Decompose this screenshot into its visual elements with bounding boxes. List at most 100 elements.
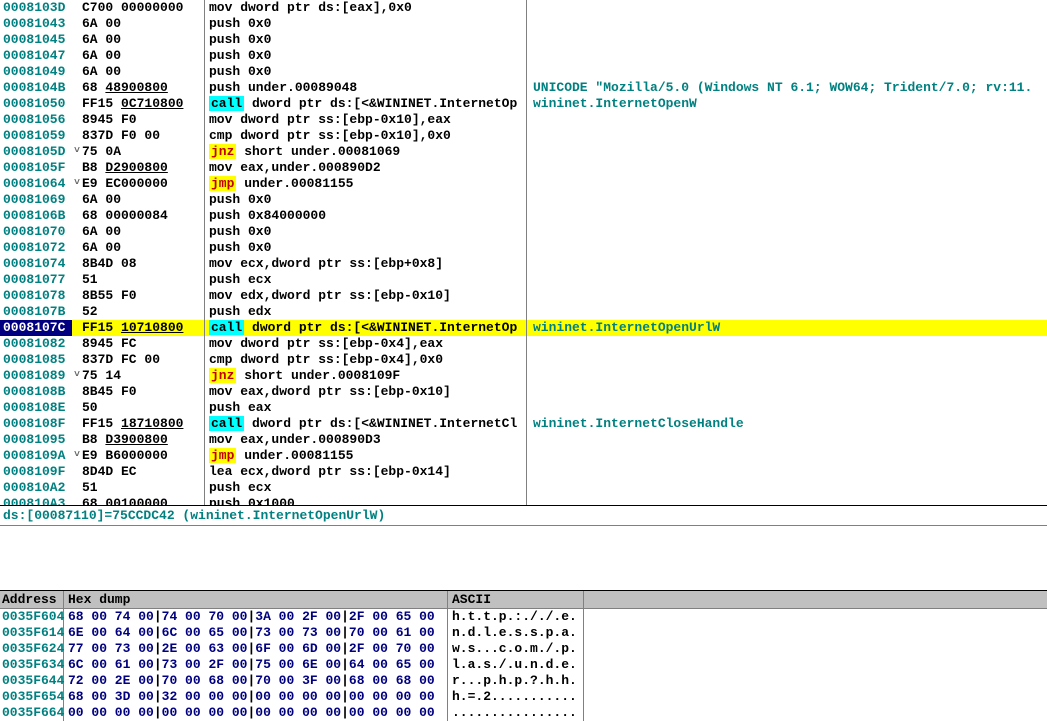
instruction: push 0x0 <box>204 64 526 80</box>
disasm-row[interactable]: 00081085 837D FC 00cmp dword ptr ss:[ebp-… <box>0 352 1047 368</box>
disasm-row[interactable]: 000810568945 F0mov dword ptr ss:[ebp-0x1… <box>0 112 1047 128</box>
arrow-indicator <box>72 400 82 416</box>
disasm-row[interactable]: 0008106B68 00000084push 0x84000000 <box>0 208 1047 224</box>
dump-row[interactable]: 0035F6346C 00 61 00|73 00 2F 00|75 00 6E… <box>0 657 1047 673</box>
disasm-row[interactable]: 0008109A˅E9 B6000000jmp under.00081155 <box>0 448 1047 464</box>
disasm-row[interactable]: 0008107B52push edx <box>0 304 1047 320</box>
comment <box>526 16 1047 32</box>
address: 0008108F <box>0 416 72 432</box>
dump-row[interactable]: 0035F6146E 00 64 00|6C 00 65 00|73 00 73… <box>0 625 1047 641</box>
hex-bytes: 6A 00 <box>82 64 204 80</box>
disasm-row[interactable]: 000810706A 00push 0x0 <box>0 224 1047 240</box>
instruction: jmp under.00081155 <box>204 448 526 464</box>
address: 00081082 <box>0 336 72 352</box>
comment <box>526 480 1047 496</box>
hex-bytes: 68 00000084 <box>82 208 204 224</box>
address: 0008109A <box>0 448 72 464</box>
disasm-row[interactable]: 000810696A 00push 0x0 <box>0 192 1047 208</box>
comment <box>526 368 1047 384</box>
arrow-indicator: ˅ <box>72 144 82 160</box>
comment: UNICODE "Mozilla/5.0 (Windows NT 6.1; WO… <box>526 80 1047 96</box>
dump-row[interactable]: 0035F66400 00 00 00|00 00 00 00|00 00 00… <box>0 705 1047 721</box>
dump-ascii: n.d.l.e.s.s.p.a. <box>448 625 584 641</box>
comment <box>526 208 1047 224</box>
address: 00081050 <box>0 96 72 112</box>
comment <box>526 256 1047 272</box>
address: 00081043 <box>0 16 72 32</box>
instruction: push 0x0 <box>204 240 526 256</box>
disasm-row[interactable]: 000810476A 00push 0x0 <box>0 48 1047 64</box>
address: 0008105F <box>0 160 72 176</box>
disasm-row[interactable]: 0008105D˅75 0Ajnz short under.00081069 <box>0 144 1047 160</box>
disasm-row[interactable]: 0008103DC700 00000000mov dword ptr ds:[e… <box>0 0 1047 16</box>
disasm-row[interactable]: 00081089˅75 14jnz short under.0008109F <box>0 368 1047 384</box>
hex-bytes: FF15 18710800 <box>82 416 204 432</box>
instruction: cmp dword ptr ss:[ebp-0x4],0x0 <box>204 352 526 368</box>
hex-bytes: 8B4D 08 <box>82 256 204 272</box>
address: 00081059 <box>0 128 72 144</box>
hex-bytes: 8D4D EC <box>82 464 204 480</box>
dump-header-address: Address <box>0 591 64 608</box>
hex-bytes: 837D FC 00 <box>82 352 204 368</box>
disasm-row[interactable]: 000810726A 00push 0x0 <box>0 240 1047 256</box>
disasm-row[interactable]: 00081064˅E9 EC000000jmp under.00081155 <box>0 176 1047 192</box>
address: 00081089 <box>0 368 72 384</box>
hex-bytes: 75 0A <box>82 144 204 160</box>
arrow-indicator <box>72 32 82 48</box>
arrow-indicator <box>72 272 82 288</box>
instruction: push under.00089048 <box>204 80 526 96</box>
disasm-row[interactable]: 000810436A 00push 0x0 <box>0 16 1047 32</box>
dump-row[interactable]: 0035F64472 00 2E 00|70 00 68 00|70 00 3F… <box>0 673 1047 689</box>
arrow-indicator <box>72 0 82 16</box>
disasm-row[interactable]: 0008108FFF15 18710800call dword ptr ds:[… <box>0 416 1047 432</box>
comment <box>526 352 1047 368</box>
disasm-row[interactable]: 000810788B55 F0mov edx,dword ptr ss:[ebp… <box>0 288 1047 304</box>
info-line: ds:[00087110]=75CCDC42 (wininet.Internet… <box>0 506 1047 526</box>
comment <box>526 400 1047 416</box>
arrow-indicator <box>72 416 82 432</box>
dump-ascii: ................ <box>448 705 584 721</box>
disasm-row[interactable]: 0008109F8D4D EClea ecx,dword ptr ss:[ebp… <box>0 464 1047 480</box>
hex-bytes: E9 EC000000 <box>82 176 204 192</box>
disasm-row[interactable]: 000810748B4D 08mov ecx,dword ptr ss:[ebp… <box>0 256 1047 272</box>
arrow-indicator: ˅ <box>72 448 82 464</box>
disasm-row[interactable]: 000810A251push ecx <box>0 480 1047 496</box>
instruction: push ecx <box>204 480 526 496</box>
disasm-row[interactable]: 000810A368 00100000push 0x1000 <box>0 496 1047 506</box>
hex-bytes: 51 <box>82 272 204 288</box>
disasm-row[interactable]: 0008104B68 48900800push under.00089048UN… <box>0 80 1047 96</box>
disasm-row[interactable]: 0008108E50push eax <box>0 400 1047 416</box>
address: 00081070 <box>0 224 72 240</box>
dump-ascii: l.a.s./.u.n.d.e. <box>448 657 584 673</box>
arrow-indicator <box>72 48 82 64</box>
disasm-row[interactable]: 0008108B8B45 F0mov eax,dword ptr ss:[ebp… <box>0 384 1047 400</box>
address: 00081085 <box>0 352 72 368</box>
arrow-indicator <box>72 16 82 32</box>
disasm-row[interactable]: 0008105FB8 D2900800mov eax,under.000890D… <box>0 160 1047 176</box>
hex-bytes: B8 D3900800 <box>82 432 204 448</box>
disasm-row[interactable]: 000810496A 00push 0x0 <box>0 64 1047 80</box>
address: 00081095 <box>0 432 72 448</box>
dump-row[interactable]: 0035F60468 00 74 00|74 00 70 00|3A 00 2F… <box>0 609 1047 625</box>
disasm-row[interactable]: 000810456A 00push 0x0 <box>0 32 1047 48</box>
disasm-row[interactable]: 00081095B8 D3900800mov eax,under.000890D… <box>0 432 1047 448</box>
instruction: push ecx <box>204 272 526 288</box>
disasm-row[interactable]: 0008107751push ecx <box>0 272 1047 288</box>
disasm-row[interactable]: 000810828945 FCmov dword ptr ss:[ebp-0x4… <box>0 336 1047 352</box>
hex-bytes: 8B45 F0 <box>82 384 204 400</box>
hex-dump-pane[interactable]: Address Hex dump ASCII 0035F60468 00 74 … <box>0 590 1047 721</box>
comment <box>526 464 1047 480</box>
comment <box>526 160 1047 176</box>
comment <box>526 224 1047 240</box>
address: 0008103D <box>0 0 72 16</box>
instruction: jnz short under.00081069 <box>204 144 526 160</box>
disassembly-pane[interactable]: 0008103DC700 00000000mov dword ptr ds:[e… <box>0 0 1047 506</box>
address: 000810A3 <box>0 496 72 506</box>
dump-row[interactable]: 0035F62477 00 73 00|2E 00 63 00|6F 00 6D… <box>0 641 1047 657</box>
disasm-row[interactable]: 0008107CFF15 10710800call dword ptr ds:[… <box>0 320 1047 336</box>
dump-row[interactable]: 0035F65468 00 3D 00|32 00 00 00|00 00 00… <box>0 689 1047 705</box>
disasm-row[interactable]: 00081059837D F0 00cmp dword ptr ss:[ebp-… <box>0 128 1047 144</box>
arrow-indicator <box>72 96 82 112</box>
dump-address: 0035F614 <box>0 625 64 641</box>
disasm-row[interactable]: 00081050FF15 0C710800call dword ptr ds:[… <box>0 96 1047 112</box>
